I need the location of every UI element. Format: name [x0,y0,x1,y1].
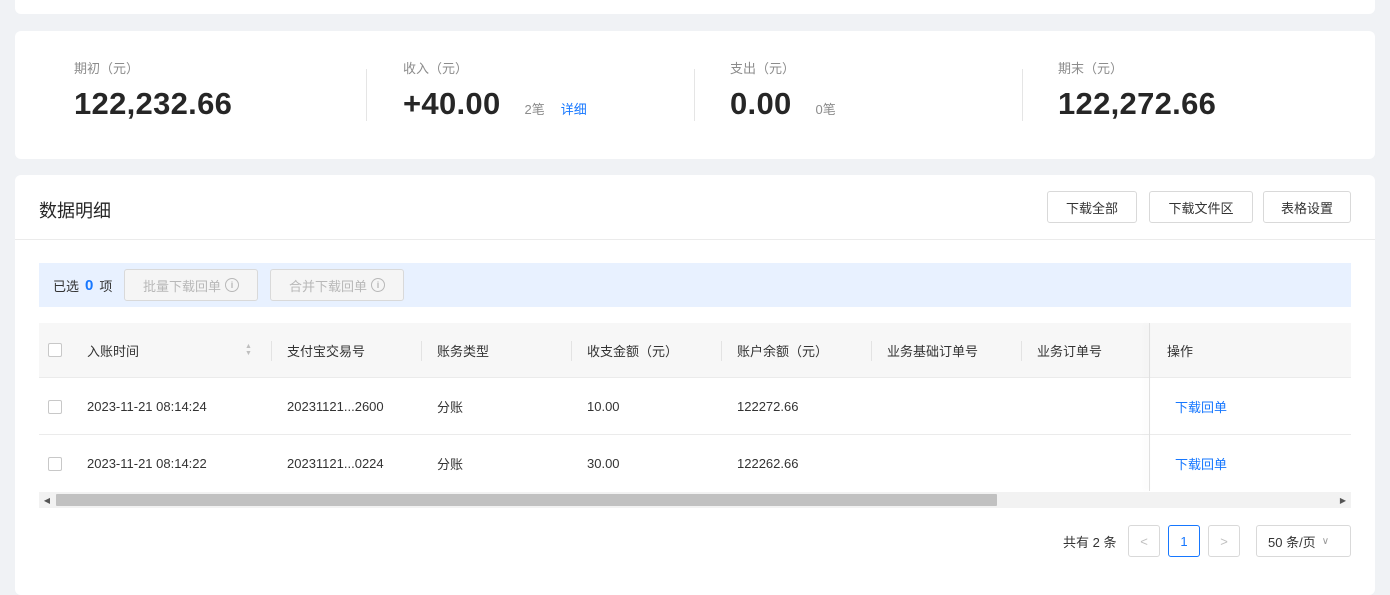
opening-value: 122,232.66 [74,86,233,121]
row-checkbox[interactable] [48,435,62,492]
info-icon: i [371,278,385,292]
table-row: 2023-11-21 08:14:24 20231121...2600 分账 1… [39,377,1351,435]
closing-label: 期末（元） [1058,61,1124,76]
selection-suffix: 项 [99,279,113,294]
selection-prefix: 已选 [53,279,80,294]
selection-bar: 已选 0 项 批量下载回单 i 合并下载回单 i [39,263,1351,307]
download-files-button[interactable]: 下载文件区 [1149,191,1253,223]
sort-icon[interactable]: ▲ ▼ [245,343,252,357]
opening-stat: 期初（元） 122,232.66 [74,58,232,122]
summary-card: 期初（元） 122,232.66 收入（元） +40.00 2笔 详细 支出（元… [15,31,1375,159]
cell-amount: 10.00 [587,399,620,414]
detail-title: 数据明细 [39,201,111,221]
col-header-action: 操作 [1167,343,1194,359]
cell-time: 2023-11-21 08:14:22 [87,456,207,471]
merge-download-button[interactable]: 合并下载回单 i [270,269,404,301]
table-settings-button[interactable]: 表格设置 [1263,191,1351,223]
col-header-time[interactable]: 入账时间 ▲ ▼ [87,323,257,377]
col-header-order: 业务订单号 [1037,343,1103,359]
col-header-trade-no: 支付宝交易号 [287,343,366,359]
col-separator [571,341,572,361]
col-header-balance: 账户余额（元） [737,343,829,359]
cell-trade-no: 20231121...2600 [287,399,384,414]
income-count: 2笔 [524,102,545,117]
cell-balance: 122272.66 [737,399,799,414]
cell-balance: 122262.66 [737,456,799,471]
income-detail-link[interactable]: 详细 [561,99,587,118]
divider [366,69,367,121]
expense-label: 支出（元） [730,61,796,76]
col-header-type: 账务类型 [437,343,490,359]
income-value: +40.00 [403,86,501,121]
page-size-label: 50 条/页 [1268,534,1316,550]
selection-summary: 已选 0 项 [53,276,112,295]
chevron-down-icon: ∨ [1321,535,1330,547]
select-all-checkbox[interactable] [48,323,62,377]
next-page-icon[interactable]: > [1208,525,1240,557]
top-card-strip [15,0,1375,14]
cell-type: 分账 [437,457,464,472]
horizontal-scrollbar[interactable]: ◀ ▶ [39,492,1351,508]
col-header-amount: 收支金额（元） [587,343,679,359]
scroll-right-icon[interactable]: ▶ [1335,492,1351,508]
page-number[interactable]: 1 [1168,525,1200,557]
fixed-column-shadow [1149,323,1150,491]
closing-stat: 期末（元） 122,272.66 [1058,58,1216,122]
income-label: 收入（元） [403,61,469,76]
info-icon: i [225,278,239,292]
expense-count: 0笔 [815,102,836,117]
col-separator [271,341,272,361]
selection-count: 0 [85,277,94,294]
download-receipt-link[interactable]: 下载回单 [1175,435,1227,492]
income-stat: 收入（元） +40.00 2笔 详细 [403,58,587,122]
header-divider [15,239,1375,240]
page-size-select[interactable]: 50 条/页 ∨ [1256,525,1351,557]
expense-stat: 支出（元） 0.00 0笔 [730,58,836,122]
col-header-time-label: 入账时间 [87,343,140,359]
col-separator [871,341,872,361]
col-separator [1021,341,1022,361]
divider [694,69,695,121]
cell-time: 2023-11-21 08:14:24 [87,399,207,414]
closing-value: 122,272.66 [1058,86,1217,121]
divider [1022,69,1023,121]
pagination-total: 共有 2 条 [1063,535,1117,550]
expense-value: 0.00 [730,86,792,121]
detail-card: 数据明细 下载全部 下载文件区 表格设置 已选 0 项 批量下载回单 i 合并下… [15,175,1375,595]
cell-amount: 30.00 [587,456,620,471]
opening-label: 期初（元） [74,61,140,76]
transactions-table: 入账时间 ▲ ▼ 支付宝交易号 账务类型 收支金额（元） 账户余额（元） 业务基础… [39,323,1351,493]
col-separator [721,341,722,361]
table-header: 入账时间 ▲ ▼ 支付宝交易号 账务类型 收支金额（元） 账户余额（元） 业务基础… [39,323,1351,377]
batch-download-button[interactable]: 批量下载回单 i [124,269,258,301]
merge-download-label: 合并下载回单 [288,278,367,294]
download-all-button[interactable]: 下载全部 [1047,191,1137,223]
cell-type: 分账 [437,400,464,415]
col-header-base-order: 业务基础订单号 [887,343,979,359]
scroll-left-icon[interactable]: ◀ [39,492,55,508]
cell-trade-no: 20231121...0224 [287,456,384,471]
download-receipt-link[interactable]: 下载回单 [1175,378,1227,435]
row-checkbox[interactable] [48,378,62,435]
scrollbar-thumb[interactable] [56,494,997,506]
batch-download-label: 批量下载回单 [142,278,221,294]
table-row: 2023-11-21 08:14:22 20231121...0224 分账 3… [39,434,1351,492]
prev-page-icon[interactable]: < [1128,525,1160,557]
col-separator [421,341,422,361]
